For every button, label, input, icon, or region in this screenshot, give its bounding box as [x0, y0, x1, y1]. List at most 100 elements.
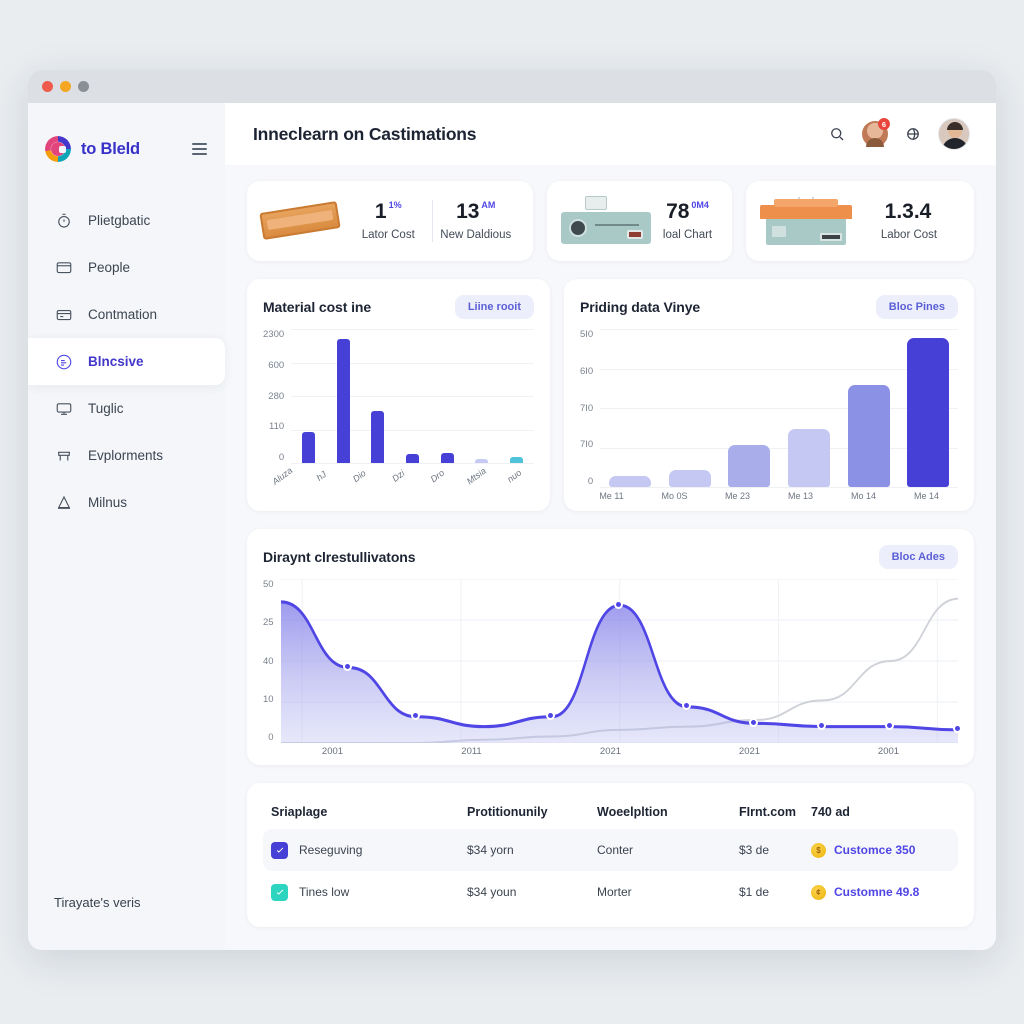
notification-badge: 6 — [878, 118, 890, 130]
priding-bars — [600, 329, 958, 487]
bar[interactable] — [847, 384, 890, 487]
bar-slot[interactable] — [600, 329, 660, 487]
row-customer-link[interactable]: Customne 49.8 — [834, 885, 919, 899]
y-tick-label: 40 — [263, 655, 274, 667]
data-point-marker[interactable] — [410, 711, 420, 721]
row-checkbox[interactable] — [271, 883, 288, 901]
y-tick-label: 0 — [278, 452, 285, 463]
sidebar-item-blncsive[interactable]: Blncsive — [28, 338, 225, 385]
sidebar-item-people[interactable]: People — [28, 244, 225, 291]
house-illustration — [760, 195, 852, 247]
sidebar-item-plietgbatic[interactable]: Plietgbatic — [28, 197, 225, 244]
data-point-marker[interactable] — [952, 724, 962, 734]
kpi-row: 1 1% Lator Cost 13 AM New Daldious 78 0M… — [247, 181, 974, 261]
sidebar-item-label: Plietgbatic — [88, 213, 151, 228]
material-chart-action-button[interactable]: Liine rooit — [454, 295, 534, 319]
bar[interactable] — [728, 445, 771, 487]
kpi-stat-lator-cost: 1 1% Lator Cost — [345, 200, 432, 241]
x-tick-label: Mo 0S — [661, 491, 688, 501]
bar[interactable] — [907, 338, 950, 487]
row-customer-link[interactable]: Customce 350 — [834, 843, 915, 857]
sidebar-footer-item[interactable]: Tirayate's veris — [28, 895, 225, 950]
column-header: Protitionunily — [467, 805, 548, 819]
sidebar-item-label: Tuglic — [88, 401, 124, 416]
chart-card-diraynt: Diraynt clrestullivatons Bloc Ades 50 25 4… — [247, 529, 974, 765]
hamburger-icon[interactable] — [188, 139, 211, 159]
bar-slot[interactable] — [465, 329, 500, 463]
y-tick-label: 7I0 — [580, 402, 594, 414]
y-tick-label: 0 — [268, 732, 274, 743]
data-point-marker[interactable] — [681, 701, 691, 711]
kpi-card-labor-cost[interactable]: 1.3.4 Labor Cost — [746, 181, 974, 261]
bar-slot[interactable] — [326, 329, 361, 463]
kpi-label: Labor Cost — [880, 229, 938, 241]
brand-name: to Bleld — [81, 139, 140, 158]
chart-title: Priding data Vinye — [580, 299, 701, 315]
x-tick-label: 2011 — [461, 746, 482, 757]
bar-slot[interactable] — [499, 329, 534, 463]
bar-slot[interactable] — [291, 329, 326, 463]
bar-slot[interactable] — [779, 329, 839, 487]
y-tick-label: 7I0 — [580, 439, 594, 451]
data-point-marker[interactable] — [613, 599, 623, 609]
y-tick-label: 10 — [263, 693, 274, 705]
bar-slot[interactable] — [839, 329, 899, 487]
bench-icon — [54, 446, 74, 466]
avatar[interactable] — [938, 118, 970, 150]
kpi-label: Lator Cost — [361, 229, 415, 241]
sidebar-item-contmation[interactable]: Contmation — [28, 291, 225, 338]
window-minimize-button[interactable] — [60, 81, 71, 92]
coin-icon: $ — [811, 842, 826, 858]
row-checkbox[interactable] — [271, 841, 288, 859]
data-table-card: Sriaplage Protitionunily Woeelpltion FIr… — [247, 783, 974, 927]
bar[interactable] — [668, 470, 711, 487]
bar[interactable] — [371, 411, 385, 463]
table-row[interactable]: Tines low $34 youn Morter $1 de ¢ Custom… — [263, 871, 958, 913]
priding-chart-action-button[interactable]: Bloc Pines — [875, 295, 958, 319]
bar-slot[interactable] — [395, 329, 430, 463]
kpi-card-loal-chart[interactable]: 78 0M4 loal Chart — [547, 181, 732, 261]
card-icon — [54, 305, 74, 325]
bar-slot[interactable] — [361, 329, 396, 463]
bar[interactable] — [301, 432, 315, 463]
data-point-marker[interactable] — [342, 662, 352, 672]
area-plot-area — [280, 579, 962, 743]
globe-icon[interactable] — [900, 121, 926, 147]
wood-plank-illustration — [259, 198, 341, 244]
bar-slot[interactable] — [430, 329, 465, 463]
area-chart-action-button[interactable]: Bloc Ades — [878, 545, 958, 569]
window-body: to Bleld Plietgbatic People Contmation B… — [28, 103, 996, 950]
window-maximize-button[interactable] — [78, 81, 89, 92]
column-header: Sriaplage — [271, 805, 328, 819]
sidebar-item-label: Milnus — [88, 495, 128, 510]
notifications-avatar-button[interactable]: 6 — [862, 118, 890, 147]
y-tick-label: 6I0 — [580, 365, 594, 377]
table-header-row: Sriaplage Protitionunily Woeelpltion FIr… — [263, 795, 958, 829]
primary-series-area — [280, 601, 958, 743]
kpi-card-combined[interactable]: 1 1% Lator Cost 13 AM New Daldious — [247, 181, 533, 261]
bar-slot[interactable] — [898, 329, 958, 487]
x-tick-label: Me 13 — [787, 491, 813, 501]
x-tick-label: 2001 — [877, 746, 900, 757]
window-close-button[interactable] — [42, 81, 53, 92]
search-icon[interactable] — [824, 121, 850, 147]
sidebar-item-milnus[interactable]: Milnus — [28, 479, 225, 526]
bar-slot[interactable] — [719, 329, 779, 487]
bar-slot[interactable] — [660, 329, 720, 487]
bar[interactable] — [609, 475, 652, 487]
x-tick-label: hJ — [314, 469, 328, 483]
sidebar-footer-label: Tirayate's veris — [54, 895, 141, 910]
x-tick-label: Mtsia — [464, 465, 488, 487]
row-cost: $1 de — [739, 885, 770, 899]
area-y-axis: 50 25 40 10 0 — [263, 579, 281, 743]
data-point-marker[interactable] — [884, 721, 894, 731]
table-row[interactable]: Reseguving $34 yorn Conter $3 de $ Custo… — [263, 829, 958, 871]
x-tick-label: 2021 — [738, 746, 761, 757]
bar[interactable] — [336, 339, 350, 463]
column-header: 740 ad — [811, 805, 850, 819]
sidebar-item-evplorments[interactable]: Evplorments — [28, 432, 225, 479]
priding-y-axis: 5I0 6I0 7I0 7I0 0 — [580, 329, 600, 487]
sidebar-item-tuglic[interactable]: Tuglic — [28, 385, 225, 432]
bar[interactable] — [510, 457, 524, 463]
bar[interactable] — [787, 429, 830, 487]
